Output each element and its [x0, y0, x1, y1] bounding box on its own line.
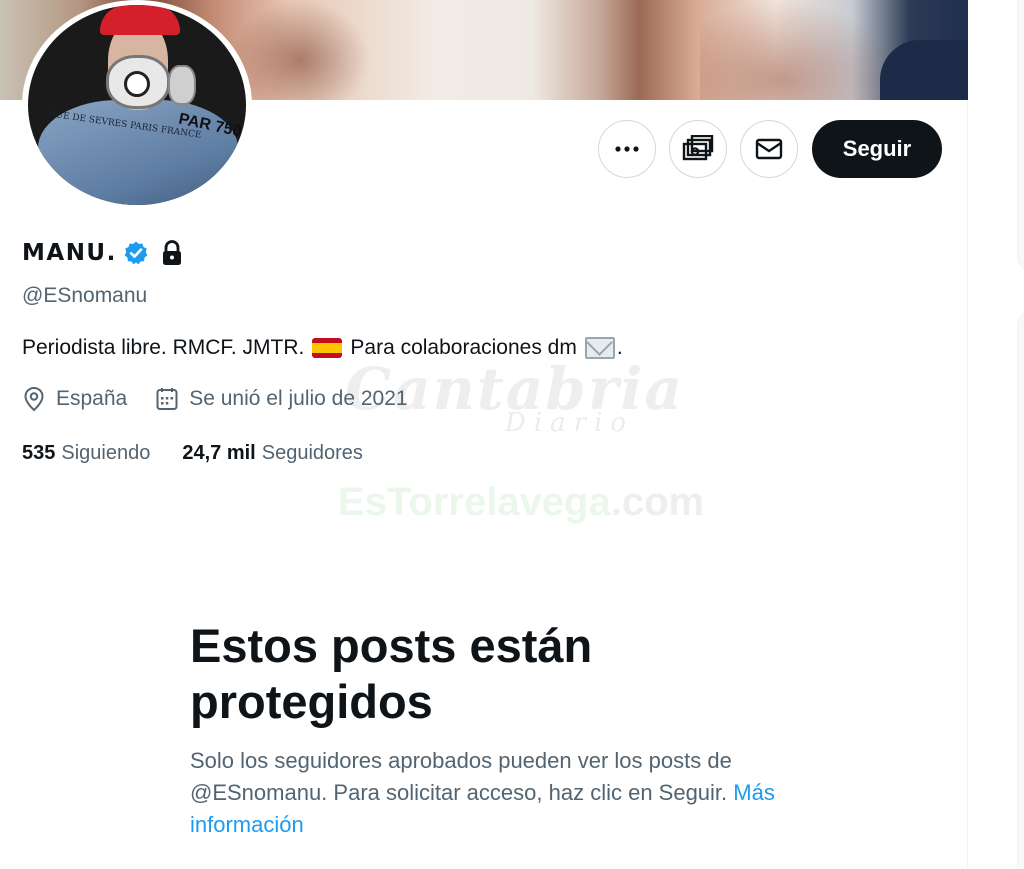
banner-image-detail — [230, 0, 370, 100]
profile-joined: Se unió el julio de 2021 — [155, 386, 408, 412]
money-icon — [682, 135, 714, 161]
tip-button[interactable] — [669, 120, 727, 178]
profile-stats: 535 Siguiendo 24,7 mil Seguidores — [22, 442, 395, 465]
sidebar-card — [1017, 0, 1024, 272]
banner-image-detail — [700, 0, 900, 100]
avatar-cap — [100, 5, 180, 35]
message-button[interactable] — [740, 120, 798, 178]
followers-count: 24,7 mil — [182, 442, 256, 464]
watermark-text: EsTorrelavega — [338, 480, 611, 524]
watermark-logo: Diario — [505, 408, 635, 438]
followers-link[interactable]: 24,7 mil Seguidores — [182, 442, 363, 465]
following-link[interactable]: 535 Siguiendo — [22, 442, 150, 465]
profile-column: RUE DE SEVRES PARIS FRANCE PAR 750 Segui… — [0, 0, 968, 869]
followers-label: Seguidores — [261, 442, 363, 464]
spain-flag-icon — [312, 338, 343, 358]
profile-meta: España Se unió el julio de 2021 — [22, 386, 436, 412]
protected-posts-title: Estos posts están protegidos — [190, 619, 593, 728]
profile-location: España — [22, 386, 127, 412]
more-icon — [615, 146, 639, 152]
following-count: 535 — [22, 442, 56, 464]
sidebar-card — [1017, 310, 1024, 869]
profile-name: MANU. — [22, 240, 117, 266]
avatar[interactable]: RUE DE SEVRES PARIS FRANCE PAR 750 — [28, 5, 246, 205]
profile-handle: @ESnomanu — [22, 284, 148, 307]
location-pin-icon — [24, 386, 44, 412]
avatar-mask-filter — [168, 65, 196, 105]
banner-image-detail — [880, 40, 968, 100]
more-button[interactable] — [598, 120, 656, 178]
following-label: Siguiendo — [61, 442, 151, 464]
watermark-logo: EsTorrelavega.com — [338, 480, 704, 525]
lock-icon — [162, 240, 181, 265]
calendar-icon — [156, 388, 178, 410]
profile-name-row: MANU. — [22, 240, 183, 266]
bio-text: Periodista libre. RMCF. JMTR. — [22, 336, 305, 359]
envelope-icon — [755, 138, 783, 160]
follow-button[interactable]: Seguir — [812, 120, 942, 178]
watermark-text: .com — [610, 480, 705, 524]
protected-posts-text: Solo los seguidores aprobados pueden ver… — [190, 748, 732, 805]
avatar-mask-logo — [124, 71, 150, 97]
protected-posts-message: Solo los seguidores aprobados pueden ver… — [190, 745, 790, 841]
joined-text: Se unió el julio de 2021 — [189, 387, 408, 410]
verified-badge-icon[interactable] — [123, 240, 149, 266]
location-text: España — [56, 387, 128, 410]
right-sidebar — [969, 0, 1024, 869]
